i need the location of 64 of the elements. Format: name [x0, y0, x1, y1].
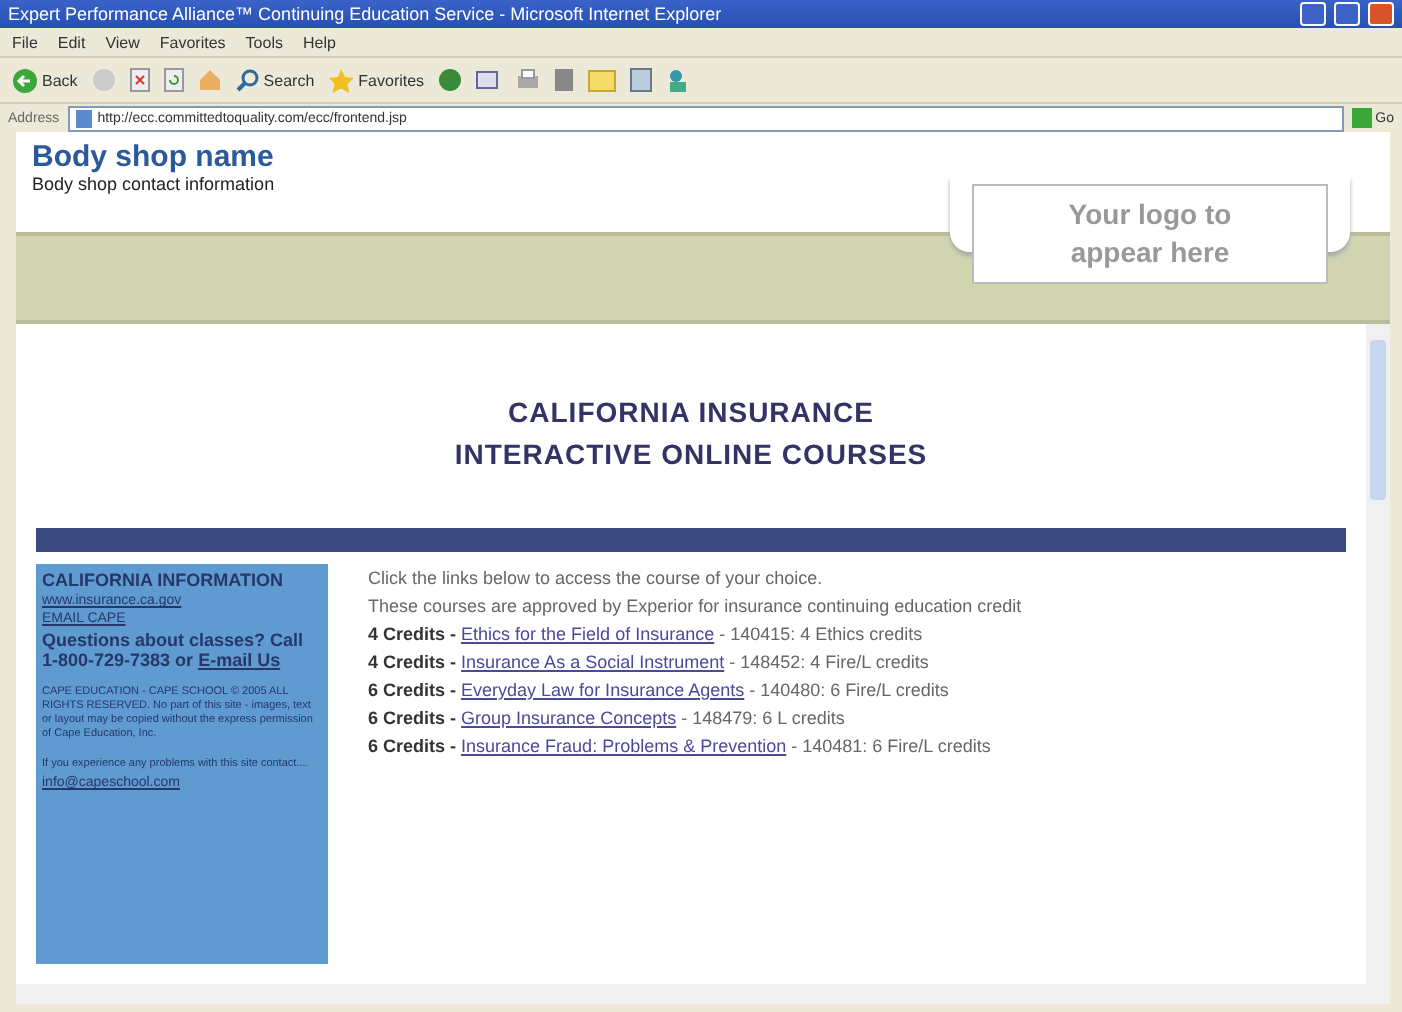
document-icon: [554, 68, 575, 92]
shop-name: Body shop name: [32, 140, 276, 174]
logo-placeholder-text: Your logo to appear here: [1066, 196, 1234, 272]
page-icon: [75, 109, 92, 127]
course-link[interactable]: Insurance Fraud: Problems & Prevention: [461, 736, 787, 756]
intro-text: These courses are approved by Experior for insurance continuing education credit: [368, 594, 1024, 620]
toolbar-button[interactable]: [516, 68, 541, 92]
toolbar-button[interactable]: [588, 68, 617, 92]
credits-label: 6 Credits -: [368, 680, 457, 700]
window-title: Expert Performance Alliance™ Continuing Education Service - Microsoft Internet Explorer: [8, 4, 724, 24]
course-detail: - 140415: 4 Ethics credits: [719, 624, 923, 644]
headline: INTERACTIVE ONLINE COURSES: [452, 436, 930, 474]
sidebar-title: CALIFORNIA INFORMATION: [42, 570, 285, 590]
menu-item[interactable]: Favorites: [159, 33, 226, 51]
course-link[interactable]: Insurance As a Social Instrument: [461, 652, 725, 672]
toolbar-button[interactable]: [129, 68, 150, 92]
menu-item[interactable]: Help: [302, 33, 336, 51]
shop-info: Body shop contact information: [32, 174, 277, 194]
refresh-icon: [163, 68, 184, 92]
folder-icon: [588, 68, 617, 92]
toolbar-button[interactable]: [554, 68, 575, 92]
scroll-thumb[interactable]: [1370, 340, 1386, 500]
course-detail: - 140480: 6 Fire/L credits: [749, 680, 949, 700]
credits-label: 4 Credits -: [368, 624, 457, 644]
vertical-scrollbar[interactable]: [1366, 324, 1390, 984]
star-icon: [328, 67, 355, 93]
toolbar-button[interactable]: [476, 68, 503, 92]
toolbar-button[interactable]: Search: [235, 68, 315, 92]
contact-text: Questions about classes? Call 1-800-729-7383 or E-mail Us: [42, 630, 306, 670]
credits-label: 4 Credits -: [368, 652, 457, 672]
toolbar-button[interactable]: [630, 68, 653, 92]
page-icon: [630, 68, 653, 92]
back-arrow-icon: [12, 67, 38, 93]
mail-icon: [476, 68, 503, 92]
media-icon: [438, 68, 463, 92]
stop-icon: [129, 68, 150, 92]
menu-item[interactable]: View: [105, 33, 140, 51]
menu-item[interactable]: Edit: [57, 33, 86, 51]
course-detail: - 148479: 6 L credits: [681, 708, 845, 728]
credits-label: 6 Credits -: [368, 736, 457, 756]
minimize-button[interactable]: [1300, 2, 1326, 26]
credits-label: 6 Credits -: [368, 708, 457, 728]
toolbar-button[interactable]: Back: [12, 67, 78, 93]
toolbar-button[interactable]: [438, 68, 463, 92]
maximize-button[interactable]: [1334, 2, 1360, 26]
course-detail: - 148452: 4 Fire/L credits: [729, 652, 929, 672]
course-link[interactable]: Everyday Law for Insurance Agents: [461, 680, 745, 700]
email-link[interactable]: E-mail Us: [198, 650, 281, 670]
printer-icon: [516, 68, 541, 92]
menu-item[interactable]: Tools: [245, 33, 283, 51]
search-icon: [235, 68, 260, 92]
people-icon: [666, 68, 691, 92]
close-button[interactable]: [1368, 2, 1394, 26]
home-icon: [197, 68, 222, 92]
course-link[interactable]: Group Insurance Concepts: [461, 708, 677, 728]
toolbar-button[interactable]: Favorites: [328, 67, 425, 93]
intro-text: Click the links below to access the course of your choice.: [368, 566, 825, 592]
course-detail: - 140481: 6 Fire/L credits: [791, 736, 991, 756]
course-link[interactable]: Ethics for the Field of Insurance: [461, 624, 715, 644]
horizontal-scrollbar[interactable]: [16, 984, 1390, 1004]
toolbar-button[interactable]: [163, 68, 184, 92]
toolbar-button[interactable]: [666, 68, 691, 92]
headline: CALIFORNIA INSURANCE: [506, 394, 876, 432]
menu-item[interactable]: File: [12, 33, 38, 51]
